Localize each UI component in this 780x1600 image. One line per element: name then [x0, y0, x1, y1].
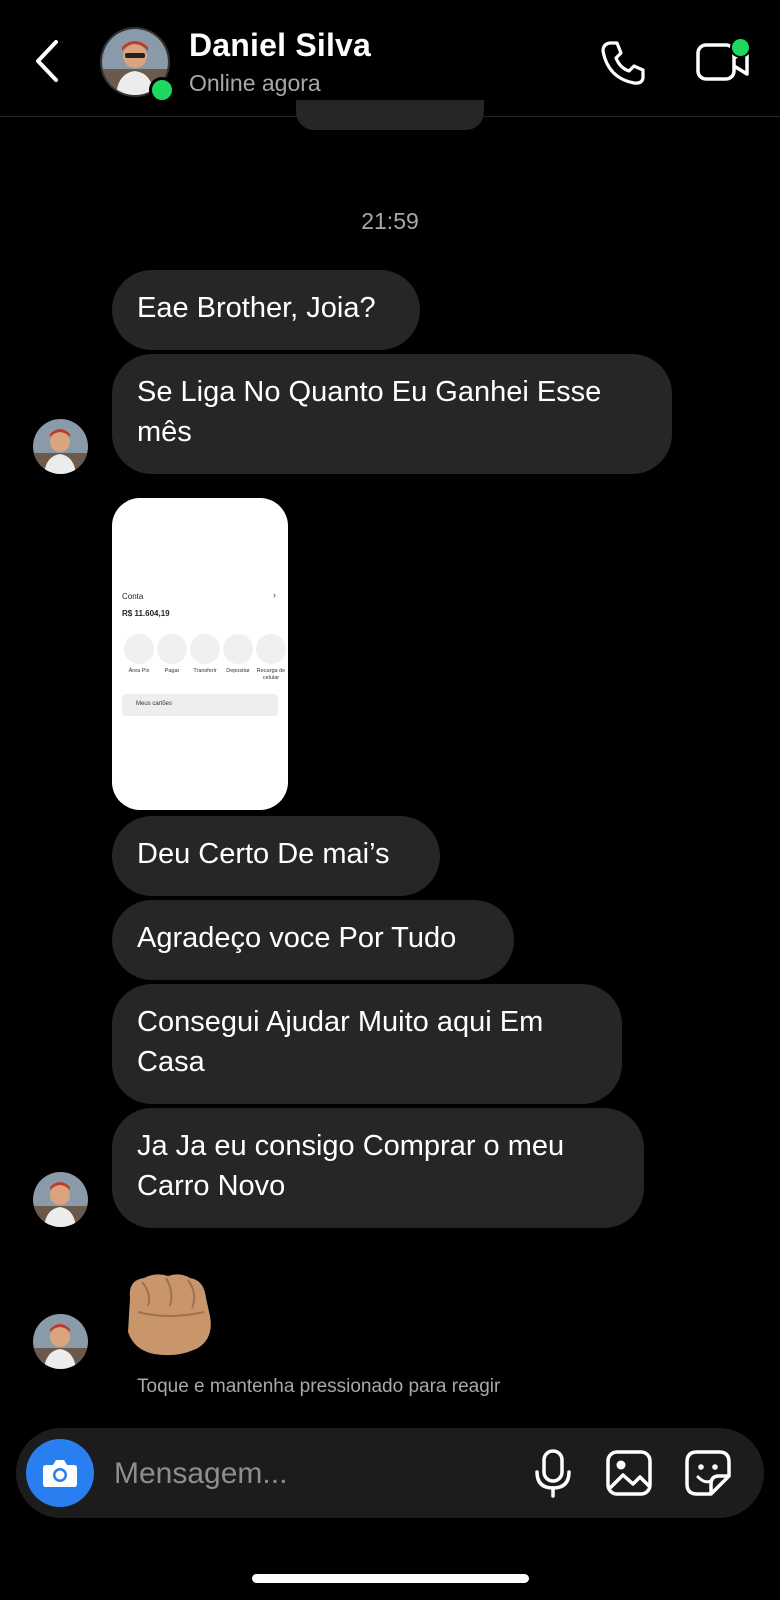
sender-avatar[interactable] — [33, 419, 88, 474]
sticker-icon[interactable] — [683, 1448, 733, 1498]
message-input[interactable] — [112, 1446, 516, 1502]
shared-image-chevron-icon: › — [273, 590, 276, 600]
online-status-dot — [149, 77, 175, 103]
shared-image-balance: R$ 11.604,19 — [122, 609, 170, 618]
shared-image-transfer-icon — [190, 634, 220, 664]
message-bubble[interactable]: Se Liga No Quanto Eu Ganhei Esse mês — [112, 354, 672, 474]
video-notification-dot — [730, 37, 751, 58]
message-bubble[interactable]: Deu Certo De mai’s — [112, 816, 440, 896]
shared-image-cards-label: Meus cartões — [136, 701, 173, 707]
gallery-icon[interactable] — [604, 1448, 654, 1498]
react-hint: Toque e mantenha pressionado para reagir — [137, 1376, 501, 1397]
shared-image-deposit-icon — [223, 634, 253, 664]
contact-status: Online agora — [189, 70, 321, 96]
shared-image-pix-icon — [124, 634, 154, 664]
fist-emoji[interactable] — [118, 1268, 218, 1358]
shared-image[interactable]: Conta › R$ 11.604,19 Área Pix Pagar Tran… — [112, 498, 288, 810]
shared-image-account-label: Conta — [122, 592, 144, 601]
message-timestamp: 21:59 — [361, 208, 419, 234]
message-bubble[interactable]: Ja Ja eu consigo Comprar o meu Carro Nov… — [112, 1108, 644, 1228]
contact-name[interactable]: Daniel Silva — [189, 27, 371, 64]
shared-image-pay-icon — [157, 634, 187, 664]
sender-avatar[interactable] — [33, 1172, 88, 1227]
microphone-icon[interactable] — [530, 1448, 576, 1498]
sender-avatar[interactable] — [33, 1314, 88, 1369]
shared-image-topup-icon — [256, 634, 286, 664]
message-bubble[interactable]: Eae Brother, Joia? — [112, 270, 420, 350]
home-indicator[interactable] — [252, 1574, 529, 1583]
camera-button[interactable] — [26, 1439, 94, 1507]
previous-message-bubble — [296, 100, 484, 130]
camera-icon — [43, 1460, 77, 1487]
shared-image-action-label: Recarga de celular — [256, 668, 286, 681]
phone-icon[interactable] — [598, 38, 648, 88]
message-bubble[interactable]: Agradeço voce Por Tudo — [112, 900, 514, 980]
message-bubble[interactable]: Consegui Ajudar Muito aqui Em Casa — [112, 984, 622, 1104]
back-icon[interactable] — [28, 36, 68, 86]
